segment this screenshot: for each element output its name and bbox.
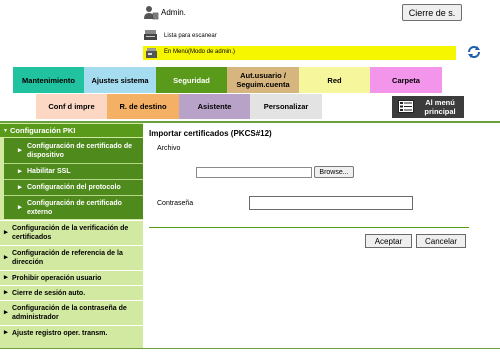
arrow-right-icon: ▶ <box>18 168 22 174</box>
password-input[interactable] <box>249 196 413 210</box>
browse-button[interactable]: Browse... <box>314 166 354 178</box>
main-menu-button[interactable]: Al menú principal <box>392 96 464 118</box>
main-menu-icon <box>398 100 414 113</box>
sidebar-subitem-protocol[interactable]: ▶ Configuración del protocolo <box>4 180 143 195</box>
sidebar-subitem-label: Configuración de certificado externo <box>27 199 122 216</box>
tab-asistente[interactable]: Asistente <box>179 94 250 119</box>
arrow-right-icon: ▶ <box>4 274 8 281</box>
arrow-right-icon: ▶ <box>18 184 22 190</box>
machine-icon <box>145 47 158 59</box>
mode-status-bar: En Menú(Modo de admin.) <box>143 46 456 60</box>
file-path-input[interactable] <box>196 167 312 178</box>
sidebar-section-pki[interactable]: Configuración PKI <box>0 124 143 137</box>
main-menu-label: Al menú principal <box>424 98 456 116</box>
sidebar-item-auto-logout[interactable]: ▶ Cierre de sesión auto. <box>0 285 143 300</box>
mode-status-text: En Menú(Modo de admin.) <box>164 49 236 55</box>
sidebar-subitem-device-cert[interactable]: ▶ Configuración de certificado de disposi… <box>4 138 143 163</box>
sidebar-item-transmission-log[interactable]: ▶ Ajuste registro oper. transm. <box>0 325 143 340</box>
sidebar-item-label: Ajuste registro oper. transm. <box>12 329 108 337</box>
tab-aut-usuario[interactable]: Aut.usuario / Seguim.cuenta <box>227 67 299 93</box>
tab-personalizar[interactable]: Personalizar <box>250 94 322 119</box>
arrow-right-icon: ▶ <box>4 309 8 316</box>
sidebar: Configuración PKI ▶ Configuración de cert… <box>0 123 143 348</box>
arrow-right-icon: ▶ <box>4 289 8 296</box>
sidebar-item-cert-verification[interactable]: ▶ Configuración de la verificación de cer… <box>0 220 143 245</box>
arrow-right-icon: ▶ <box>18 147 22 153</box>
arrow-right-icon: ▶ <box>18 204 22 210</box>
tab-conf-impre[interactable]: Conf d impre <box>36 94 107 119</box>
cancel-button[interactable]: Cancelar <box>416 234 466 248</box>
admin-user-icon <box>143 5 159 21</box>
sidebar-subitem-label: Configuración de certificado de disposit… <box>27 142 133 159</box>
arrow-right-icon: ▶ <box>4 229 8 236</box>
tab-red[interactable]: Red <box>299 67 370 93</box>
tab-seguridad[interactable]: Seguridad <box>156 67 227 93</box>
arrow-right-icon: ▶ <box>4 329 8 336</box>
logout-button-label: Cierre de s. <box>408 7 456 18</box>
sidebar-item-address-reference[interactable]: ▶ Configuración de referencia de la direc… <box>0 245 143 270</box>
scanner-icon <box>143 29 158 42</box>
refresh-icon[interactable] <box>466 44 482 60</box>
sidebar-subitem-ssl[interactable]: ▶ Habilitar SSL <box>4 164 143 179</box>
logout-button[interactable]: Cierre de s. <box>402 4 462 21</box>
sidebar-item-prohibit-operation[interactable]: ▶ Prohibir operación usuario <box>0 270 143 285</box>
tab-carpeta[interactable]: Carpeta <box>370 67 442 93</box>
sidebar-item-label: Configuración de referencia de la direcc… <box>12 250 123 266</box>
sidebar-item-label: Prohibir operación usuario <box>12 274 102 282</box>
sidebar-section-label: Configuración PKI <box>10 126 76 135</box>
password-label: Contraseña <box>157 200 194 207</box>
sidebar-item-label: Configuración de la verificación de cert… <box>12 225 129 241</box>
tab-ajustes-sistema[interactable]: Ajustes sistema <box>84 67 156 93</box>
arrow-right-icon: ▶ <box>4 254 8 261</box>
sidebar-subitem-external-cert[interactable]: ▶ Configuración de certificado externo <box>4 196 143 219</box>
tab-r-destino[interactable]: R. de destino <box>107 94 179 119</box>
scan-status-text: Lista para escanear <box>164 33 217 39</box>
file-label: Archivo <box>157 145 181 152</box>
sidebar-item-label: Configuración de la contraseña de admini… <box>12 305 127 321</box>
tab-mantenimiento[interactable]: Mantenimiento <box>13 67 84 93</box>
page-title: Importar certificados (PKCS#12) <box>149 129 272 138</box>
footer-divider <box>0 348 500 349</box>
form-divider <box>149 227 469 228</box>
user-label: Admin. <box>161 8 186 17</box>
sidebar-item-admin-password[interactable]: ▶ Configuración de la contraseña de admin… <box>0 300 143 325</box>
sidebar-item-label: Cierre de sesión auto. <box>12 289 86 297</box>
sidebar-subitem-label: Habilitar SSL <box>27 168 71 175</box>
sidebar-subitem-label: Configuración del protocolo <box>27 184 121 191</box>
accept-button[interactable]: Aceptar <box>365 234 412 248</box>
